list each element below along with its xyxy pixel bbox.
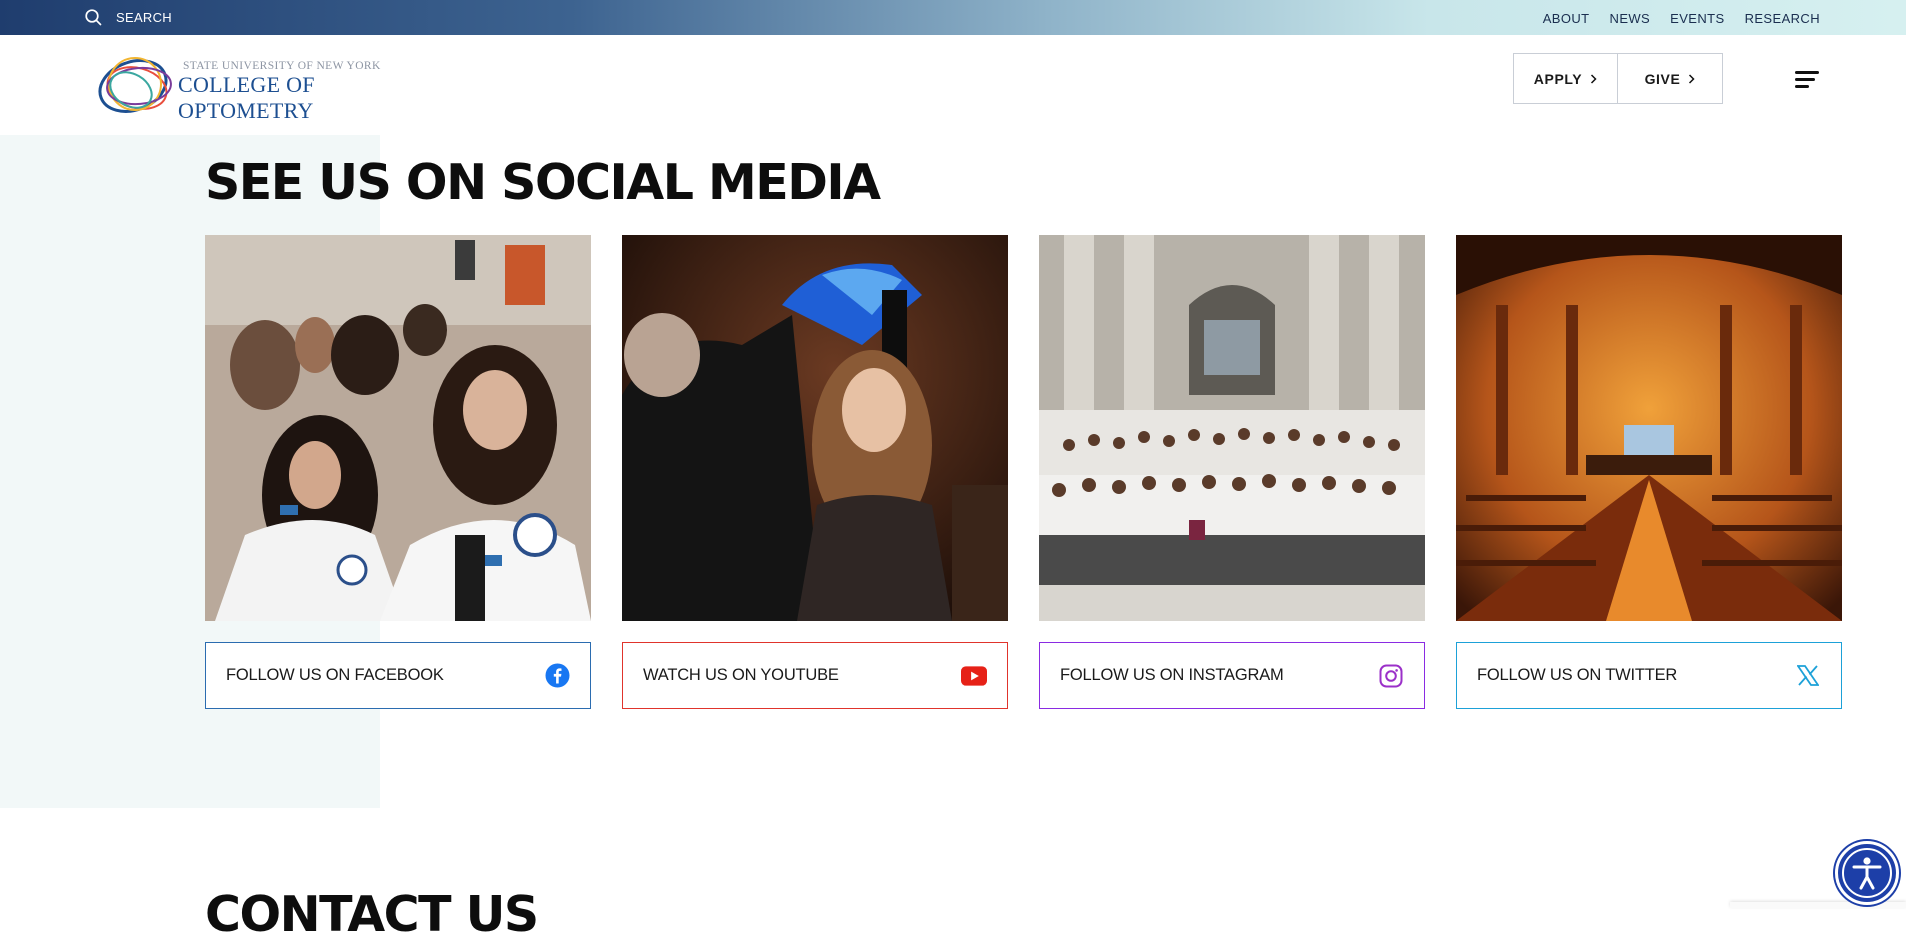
- section-title: SEE US ON SOCIAL MEDIA: [205, 154, 881, 211]
- menu-icon[interactable]: [1795, 71, 1821, 89]
- logo-title: COLLEGE OF OPTOMETRY: [178, 72, 315, 123]
- photo-students-white-coats[interactable]: [205, 235, 591, 621]
- photo-graduate-hooding[interactable]: [622, 235, 1008, 621]
- nav-link-news[interactable]: NEWS: [1610, 11, 1651, 26]
- instagram-link-label: FOLLOW US ON INSTAGRAM: [1060, 666, 1284, 684]
- photo-ceremony-hall[interactable]: [1456, 235, 1842, 621]
- cta-group: APPLY GIVE: [1513, 53, 1723, 104]
- nav-link-events[interactable]: EVENTS: [1670, 11, 1724, 26]
- apply-button[interactable]: APPLY: [1514, 54, 1618, 103]
- youtube-icon: [961, 663, 987, 689]
- twitter-link[interactable]: FOLLOW US ON TWITTER: [1456, 642, 1842, 709]
- apply-label: APPLY: [1533, 70, 1583, 87]
- logo-subtitle: STATE UNIVERSITY OF NEW YORK: [183, 60, 381, 72]
- facebook-icon: [544, 663, 570, 689]
- youtube-link-label: WATCH US ON YOUTUBE: [643, 666, 839, 684]
- utility-bar: SEARCH ABOUT NEWS EVENTS RESEARCH: [0, 0, 1906, 35]
- instagram-link[interactable]: FOLLOW US ON INSTAGRAM: [1039, 642, 1425, 709]
- chevron-right-icon: [1591, 73, 1597, 84]
- contact-section-title: CONTACT US: [205, 886, 539, 943]
- accessibility-icon: [1842, 848, 1892, 898]
- logo-rings-icon: [98, 57, 172, 113]
- give-label: GIVE: [1644, 70, 1681, 87]
- facebook-link[interactable]: FOLLOW US ON FACEBOOK: [205, 642, 591, 709]
- twitter-link-label: FOLLOW US ON TWITTER: [1477, 666, 1678, 684]
- college-logo[interactable]: STATE UNIVERSITY OF NEW YORK COLLEGE OF …: [95, 48, 445, 123]
- utility-nav: ABOUT NEWS EVENTS RESEARCH: [1543, 11, 1820, 26]
- search-icon: [85, 9, 102, 26]
- nav-link-research[interactable]: RESEARCH: [1745, 11, 1820, 26]
- facebook-link-label: FOLLOW US ON FACEBOOK: [226, 666, 444, 684]
- nav-link-about[interactable]: ABOUT: [1543, 11, 1590, 26]
- instagram-icon: [1378, 663, 1404, 689]
- x-twitter-icon: [1795, 663, 1821, 689]
- search-label: SEARCH: [116, 10, 172, 25]
- site-header: STATE UNIVERSITY OF NEW YORK COLLEGE OF …: [0, 35, 1906, 135]
- photo-class-group-steps[interactable]: [1039, 235, 1425, 621]
- youtube-link[interactable]: WATCH US ON YOUTUBE: [622, 642, 1008, 709]
- chevron-right-icon: [1689, 73, 1695, 84]
- give-button[interactable]: GIVE: [1618, 54, 1722, 103]
- accessibility-button[interactable]: [1835, 841, 1899, 905]
- search-button[interactable]: SEARCH: [85, 9, 172, 26]
